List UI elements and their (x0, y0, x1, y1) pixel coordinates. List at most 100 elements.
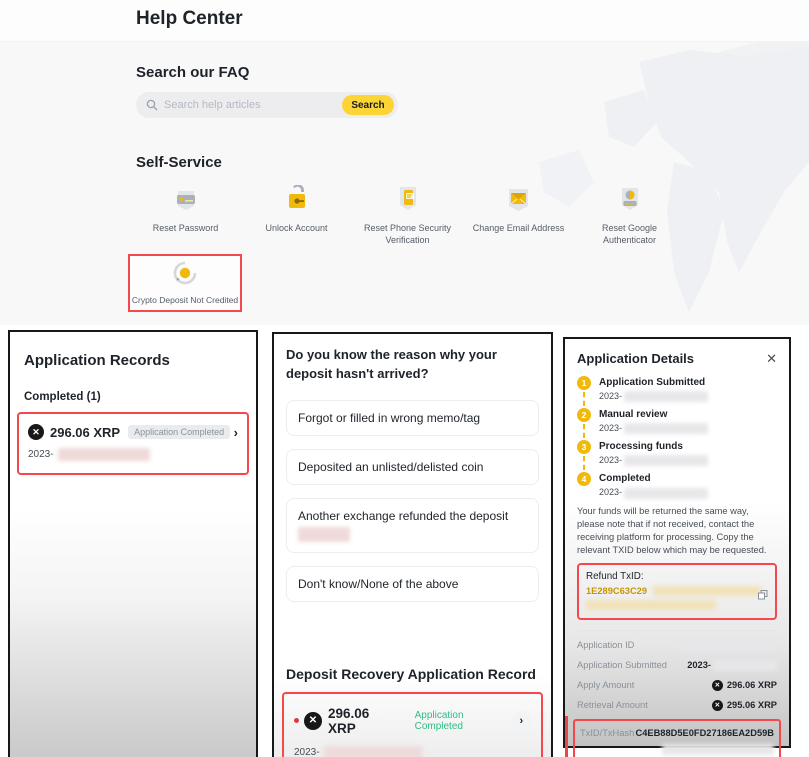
step-label: Manual review (599, 408, 708, 422)
field-apply-amount: Apply Amount ✕296.06 XRP (577, 680, 777, 691)
redacted-date (624, 391, 708, 402)
step-date: 2023- (599, 487, 708, 498)
reset-password-icon (173, 183, 199, 213)
self-service-item-reset-phone[interactable]: Reset Phone Security Verification (352, 177, 463, 246)
hero-section: Search our FAQ Search Self-Service (0, 42, 809, 325)
field-txid-hash: TxID/TxHash C4EB88D5E0FD27186EA2D59B (580, 728, 774, 738)
record-amount: 296.06 XRP (328, 706, 399, 736)
step-date: 2023- (599, 391, 708, 402)
crypto-deposit-icon (173, 261, 197, 290)
unlock-account-icon (284, 183, 310, 213)
self-service-item-reset-authenticator[interactable]: Reset Google Authenticator (574, 177, 685, 246)
timeline-step-processing: 3 Processing funds 2023- (577, 440, 777, 472)
step-label: Application Submitted (599, 376, 708, 390)
field-application-submitted: Application Submitted 2023- (577, 660, 777, 671)
divider (577, 630, 777, 631)
status-timeline: 1 Application Submitted 2023- 2 Manual r… (577, 376, 777, 499)
self-service-title: Self-Service (136, 154, 222, 171)
reason-option-delisted-coin[interactable]: Deposited an unlisted/delisted coin (286, 449, 539, 485)
redacted-value (713, 660, 777, 671)
highlighted-item-label: Crypto Deposit Not Credited (132, 295, 238, 305)
step-date: 2023- (599, 423, 708, 434)
record-status: Application Completed (415, 710, 512, 732)
refund-txid-label: Refund TxID: (586, 571, 768, 582)
self-service-item-label: Unlock Account (265, 222, 327, 234)
record-status-badge: Application Completed (128, 425, 230, 439)
step-label: Processing funds (599, 440, 708, 454)
annotation-artifact-line (565, 716, 568, 757)
self-service-item-label: Change Email Address (473, 222, 565, 234)
recovery-record-row[interactable]: ✕ 296.06 XRP Application Completed › 202… (282, 692, 543, 757)
timeline-step-completed: 4 Completed 2023- (577, 472, 777, 498)
redacted-date (624, 455, 708, 466)
copy-icon[interactable] (758, 587, 768, 605)
record-row-completed[interactable]: ✕ 296.06 XRP Application Completed › 202… (17, 412, 249, 475)
redacted-text (298, 527, 350, 542)
redacted-date (58, 448, 150, 461)
step-number-icon: 2 (577, 408, 591, 422)
timeline-connector (583, 424, 585, 438)
timeline-step-manual-review: 2 Manual review 2023- (577, 408, 777, 440)
redacted-date (624, 423, 708, 434)
record-amount: 296.06 XRP (50, 425, 120, 440)
xrp-coin-icon: ✕ (712, 680, 723, 691)
refund-note-text: Your funds will be returned the same way… (577, 505, 777, 558)
reason-option-exchange-refund[interactable]: Another exchange refunded the deposit (286, 498, 539, 553)
self-service-item-crypto-deposit-not-credited[interactable]: Crypto Deposit Not Credited (128, 254, 242, 312)
step-date: 2023- (599, 455, 708, 466)
search-input[interactable] (164, 99, 342, 111)
step-number-icon: 3 (577, 440, 591, 454)
details-title: Application Details (577, 351, 694, 366)
timeline-step-submitted: 1 Application Submitted 2023- (577, 376, 777, 408)
redacted-date (624, 488, 708, 499)
help-center-page: Help Center Search our FAQ Search Self-S… (0, 0, 809, 757)
redacted-date (324, 746, 422, 757)
step-number-icon: 4 (577, 472, 591, 486)
reset-authenticator-icon (617, 183, 643, 213)
page-title: Help Center (136, 8, 243, 30)
self-service-item-label: Reset Phone Security Verification (358, 222, 458, 246)
xrp-coin-icon: ✕ (712, 700, 723, 711)
timeline-connector (583, 456, 585, 470)
top-bar: Help Center (0, 0, 809, 42)
change-email-icon (505, 183, 532, 213)
close-icon[interactable]: ✕ (766, 352, 777, 365)
records-completed-label: Completed (1) (24, 391, 242, 403)
field-retrieval-amount: Retrieval Amount ✕295.06 XRP (577, 700, 777, 711)
record-date: 2023- (28, 448, 238, 461)
self-service-item-change-email[interactable]: Change Email Address (463, 177, 574, 246)
xrp-coin-icon: ✕ (28, 424, 44, 440)
chevron-right-icon: › (512, 711, 531, 731)
application-details-panel: Application Details ✕ 1 Application Subm… (563, 337, 791, 748)
search-icon (146, 99, 158, 111)
faq-section-title: Search our FAQ (136, 64, 249, 81)
unread-dot (294, 718, 299, 723)
self-service-item-reset-password[interactable]: Reset Password (130, 177, 241, 246)
reason-option-wrong-memo[interactable]: Forgot or filled in wrong memo/tag (286, 400, 539, 436)
redacted-txid (653, 586, 761, 596)
application-records-panel: Application Records Completed (1) ✕ 296.… (8, 330, 258, 757)
redacted-txid (586, 600, 716, 610)
recovery-record-title: Deposit Recovery Application Record (286, 666, 539, 682)
field-application-id: Application ID (577, 640, 777, 651)
step-number-icon: 1 (577, 376, 591, 390)
reset-phone-icon (396, 183, 420, 213)
chevron-right-icon: › (234, 425, 238, 440)
redacted-value (677, 640, 777, 651)
redacted-value (662, 744, 774, 755)
self-service-item-label: Reset Password (153, 222, 219, 234)
record-date: 2023- (294, 746, 531, 757)
reason-option-dont-know[interactable]: Don't know/None of the above (286, 566, 539, 602)
xrp-coin-icon: ✕ (304, 712, 322, 730)
search-bar[interactable]: Search (136, 92, 398, 118)
records-panel-title: Application Records (24, 352, 242, 369)
search-button[interactable]: Search (342, 95, 394, 115)
refund-txid-value: 1E289C63C29 (586, 586, 647, 596)
reason-question-title: Do you know the reason why your deposit … (286, 346, 539, 384)
step-label: Completed (599, 472, 708, 486)
timeline-connector (583, 392, 585, 406)
self-service-item-unlock-account[interactable]: Unlock Account (241, 177, 352, 246)
self-service-row: Reset Password Unlock Account (130, 177, 686, 246)
refund-txid-box: Refund TxID: 1E289C63C29 (577, 563, 777, 620)
self-service-item-label: Reset Google Authenticator (580, 222, 680, 246)
